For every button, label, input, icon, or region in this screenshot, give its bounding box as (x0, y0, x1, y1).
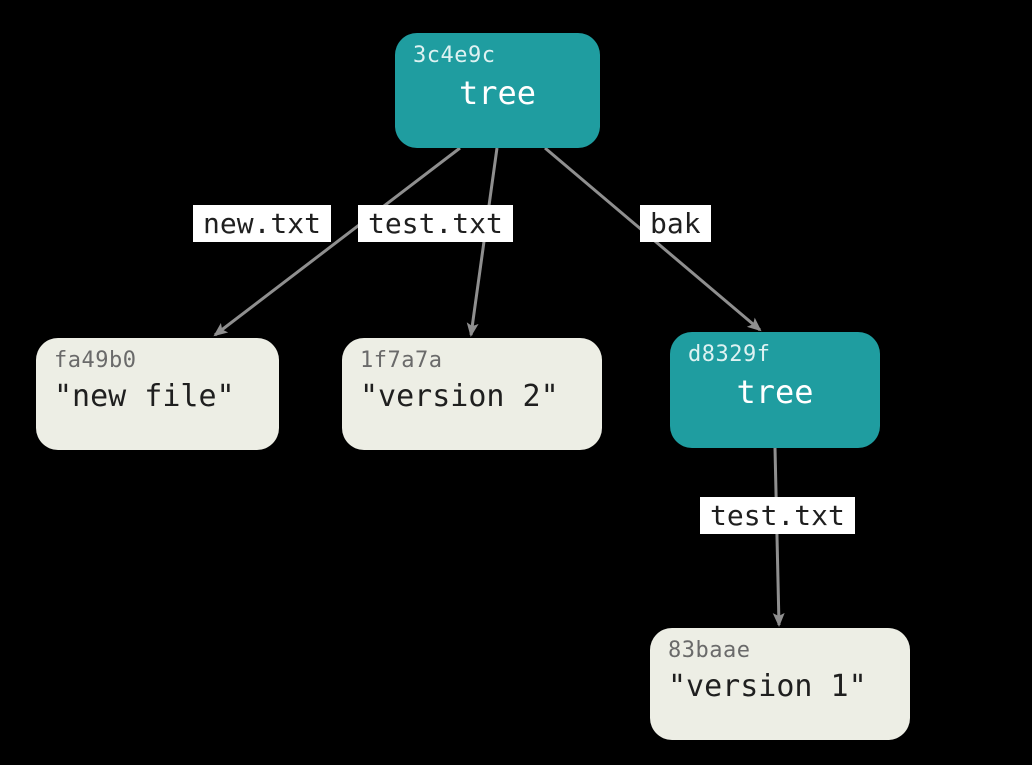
diagram-canvas: 3c4e9c tree new.txt test.txt bak fa49b0 … (0, 0, 1032, 765)
node-blob-v1: 83baae "version 1" (650, 628, 910, 740)
node-hash: d8329f (688, 342, 862, 367)
edge-label-bak-test: test.txt (700, 497, 855, 534)
node-hash: 1f7a7a (360, 348, 584, 373)
node-content-label: "new file" (54, 379, 261, 414)
node-root-tree: 3c4e9c tree (395, 33, 600, 148)
node-hash: 3c4e9c (413, 43, 582, 68)
node-content-label: "version 2" (360, 379, 584, 414)
node-type-label: tree (688, 373, 862, 411)
node-type-label: tree (413, 74, 582, 112)
node-blob-new: fa49b0 "new file" (36, 338, 279, 450)
node-hash: fa49b0 (54, 348, 261, 373)
edge-bak-to-v1 (775, 448, 779, 625)
edge-label-new: new.txt (193, 205, 331, 242)
node-blob-v2: 1f7a7a "version 2" (342, 338, 602, 450)
edge-label-bak: bak (640, 205, 711, 242)
node-content-label: "version 1" (668, 669, 892, 704)
node-sub-tree: d8329f tree (670, 332, 880, 448)
edge-label-test: test.txt (358, 205, 513, 242)
node-hash: 83baae (668, 638, 892, 663)
